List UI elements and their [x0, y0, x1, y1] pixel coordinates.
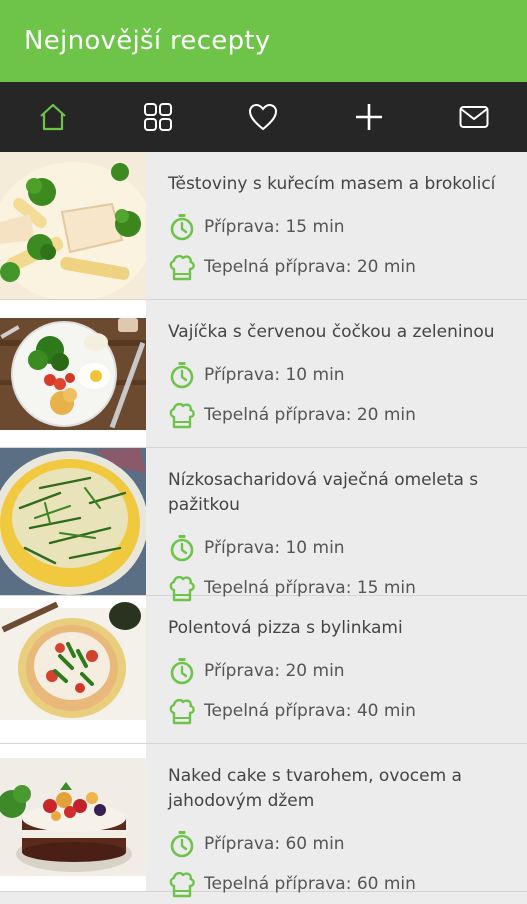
recipe-photo — [0, 152, 146, 299]
cook-time-row: Tepelná příprava: 40 min — [168, 691, 517, 731]
eggs-lentils-photo — [0, 300, 146, 447]
recipe-photo — [0, 300, 146, 447]
recipe-item[interactable]: Nízkosacharidová vaječná omeleta s pažit… — [0, 448, 527, 602]
cook-time-row: Tepelná příprava: 60 min — [168, 864, 517, 904]
recipe-item[interactable]: Těstoviny s kuřecím masem a brokolicí Př… — [0, 152, 527, 300]
stopwatch-icon — [170, 214, 194, 241]
recipe-item[interactable]: Polentová pizza s bylinkami Příprava: 20… — [0, 596, 527, 744]
prep-time-row: Příprava: 10 min — [168, 528, 517, 568]
cook-time: Tepelná příprava: 40 min — [204, 701, 416, 721]
stopwatch-icon — [170, 831, 194, 858]
plus-icon — [355, 104, 382, 130]
prep-time: Příprava: 15 min — [204, 217, 345, 237]
recipe-info: Naked cake s tvarohem, ovocem a jahodový… — [146, 744, 527, 898]
chef-hat-icon — [169, 871, 195, 898]
recipe-title: Nízkosacharidová vaječná omeleta s pažit… — [168, 470, 479, 515]
grid-icon — [144, 103, 173, 131]
naked-cake-photo — [0, 744, 146, 891]
prep-time: Příprava: 20 min — [204, 661, 345, 681]
recipe-info: Polentová pizza s bylinkami Příprava: 20… — [146, 596, 527, 743]
prep-time-row: Příprava: 60 min — [168, 824, 517, 864]
mail-icon — [459, 106, 489, 128]
tab-bar — [0, 82, 527, 152]
chef-hat-icon — [169, 402, 195, 429]
heart-icon — [249, 103, 278, 131]
recipe-info: Nízkosacharidová vaječná omeleta s pažit… — [146, 448, 527, 602]
tab-favorites[interactable] — [233, 92, 293, 142]
prep-time: Příprava: 10 min — [204, 538, 345, 558]
recipe-title: Vajíčka s červenou čočkou a zeleninou — [168, 322, 495, 342]
recipe-title: Naked cake s tvarohem, ovocem a jahodový… — [168, 766, 462, 811]
recipe-photo — [0, 448, 146, 595]
recipe-photo — [0, 744, 146, 891]
omelette-photo — [0, 448, 146, 595]
app-bar: Nejnovější recepty — [0, 0, 527, 82]
recipe-list: Těstoviny s kuřecím masem a brokolicí Př… — [0, 152, 527, 898]
chef-hat-icon — [169, 698, 195, 725]
recipe-info: Vajíčka s červenou čočkou a zeleninou Př… — [146, 300, 527, 447]
stopwatch-icon — [170, 658, 194, 685]
cook-time: Tepelná příprava: 20 min — [204, 257, 416, 277]
cook-time: Tepelná příprava: 60 min — [204, 874, 416, 894]
recipe-title: Polentová pizza s bylinkami — [168, 618, 403, 638]
cook-time-row: Tepelná příprava: 20 min — [168, 395, 517, 435]
pasta-photo — [0, 152, 146, 299]
cook-time-row: Tepelná příprava: 20 min — [168, 247, 517, 287]
recipe-item[interactable]: Naked cake s tvarohem, ovocem a jahodový… — [0, 744, 527, 898]
home-icon — [39, 103, 66, 131]
prep-time: Příprava: 10 min — [204, 365, 345, 385]
tab-add[interactable] — [339, 92, 399, 142]
recipe-photo — [0, 596, 146, 743]
tab-contact[interactable] — [444, 92, 504, 142]
recipe-title: Těstoviny s kuřecím masem a brokolicí — [168, 174, 496, 194]
chef-hat-icon — [169, 254, 195, 281]
stopwatch-icon — [170, 362, 194, 389]
stopwatch-icon — [170, 535, 194, 562]
cook-time: Tepelná příprava: 20 min — [204, 405, 416, 425]
recipe-item[interactable]: Vajíčka s červenou čočkou a zeleninou Př… — [0, 300, 527, 448]
tab-home[interactable] — [23, 92, 83, 142]
prep-time-row: Příprava: 15 min — [168, 207, 517, 247]
prep-time-row: Příprava: 10 min — [168, 355, 517, 395]
page-title: Nejnovější recepty — [24, 26, 271, 56]
polenta-pizza-photo — [0, 596, 146, 743]
tab-categories[interactable] — [128, 92, 188, 142]
prep-time: Příprava: 60 min — [204, 834, 345, 854]
recipe-info: Těstoviny s kuřecím masem a brokolicí Př… — [146, 152, 527, 299]
prep-time-row: Příprava: 20 min — [168, 651, 517, 691]
cook-time: Tepelná příprava: 15 min — [204, 578, 416, 598]
